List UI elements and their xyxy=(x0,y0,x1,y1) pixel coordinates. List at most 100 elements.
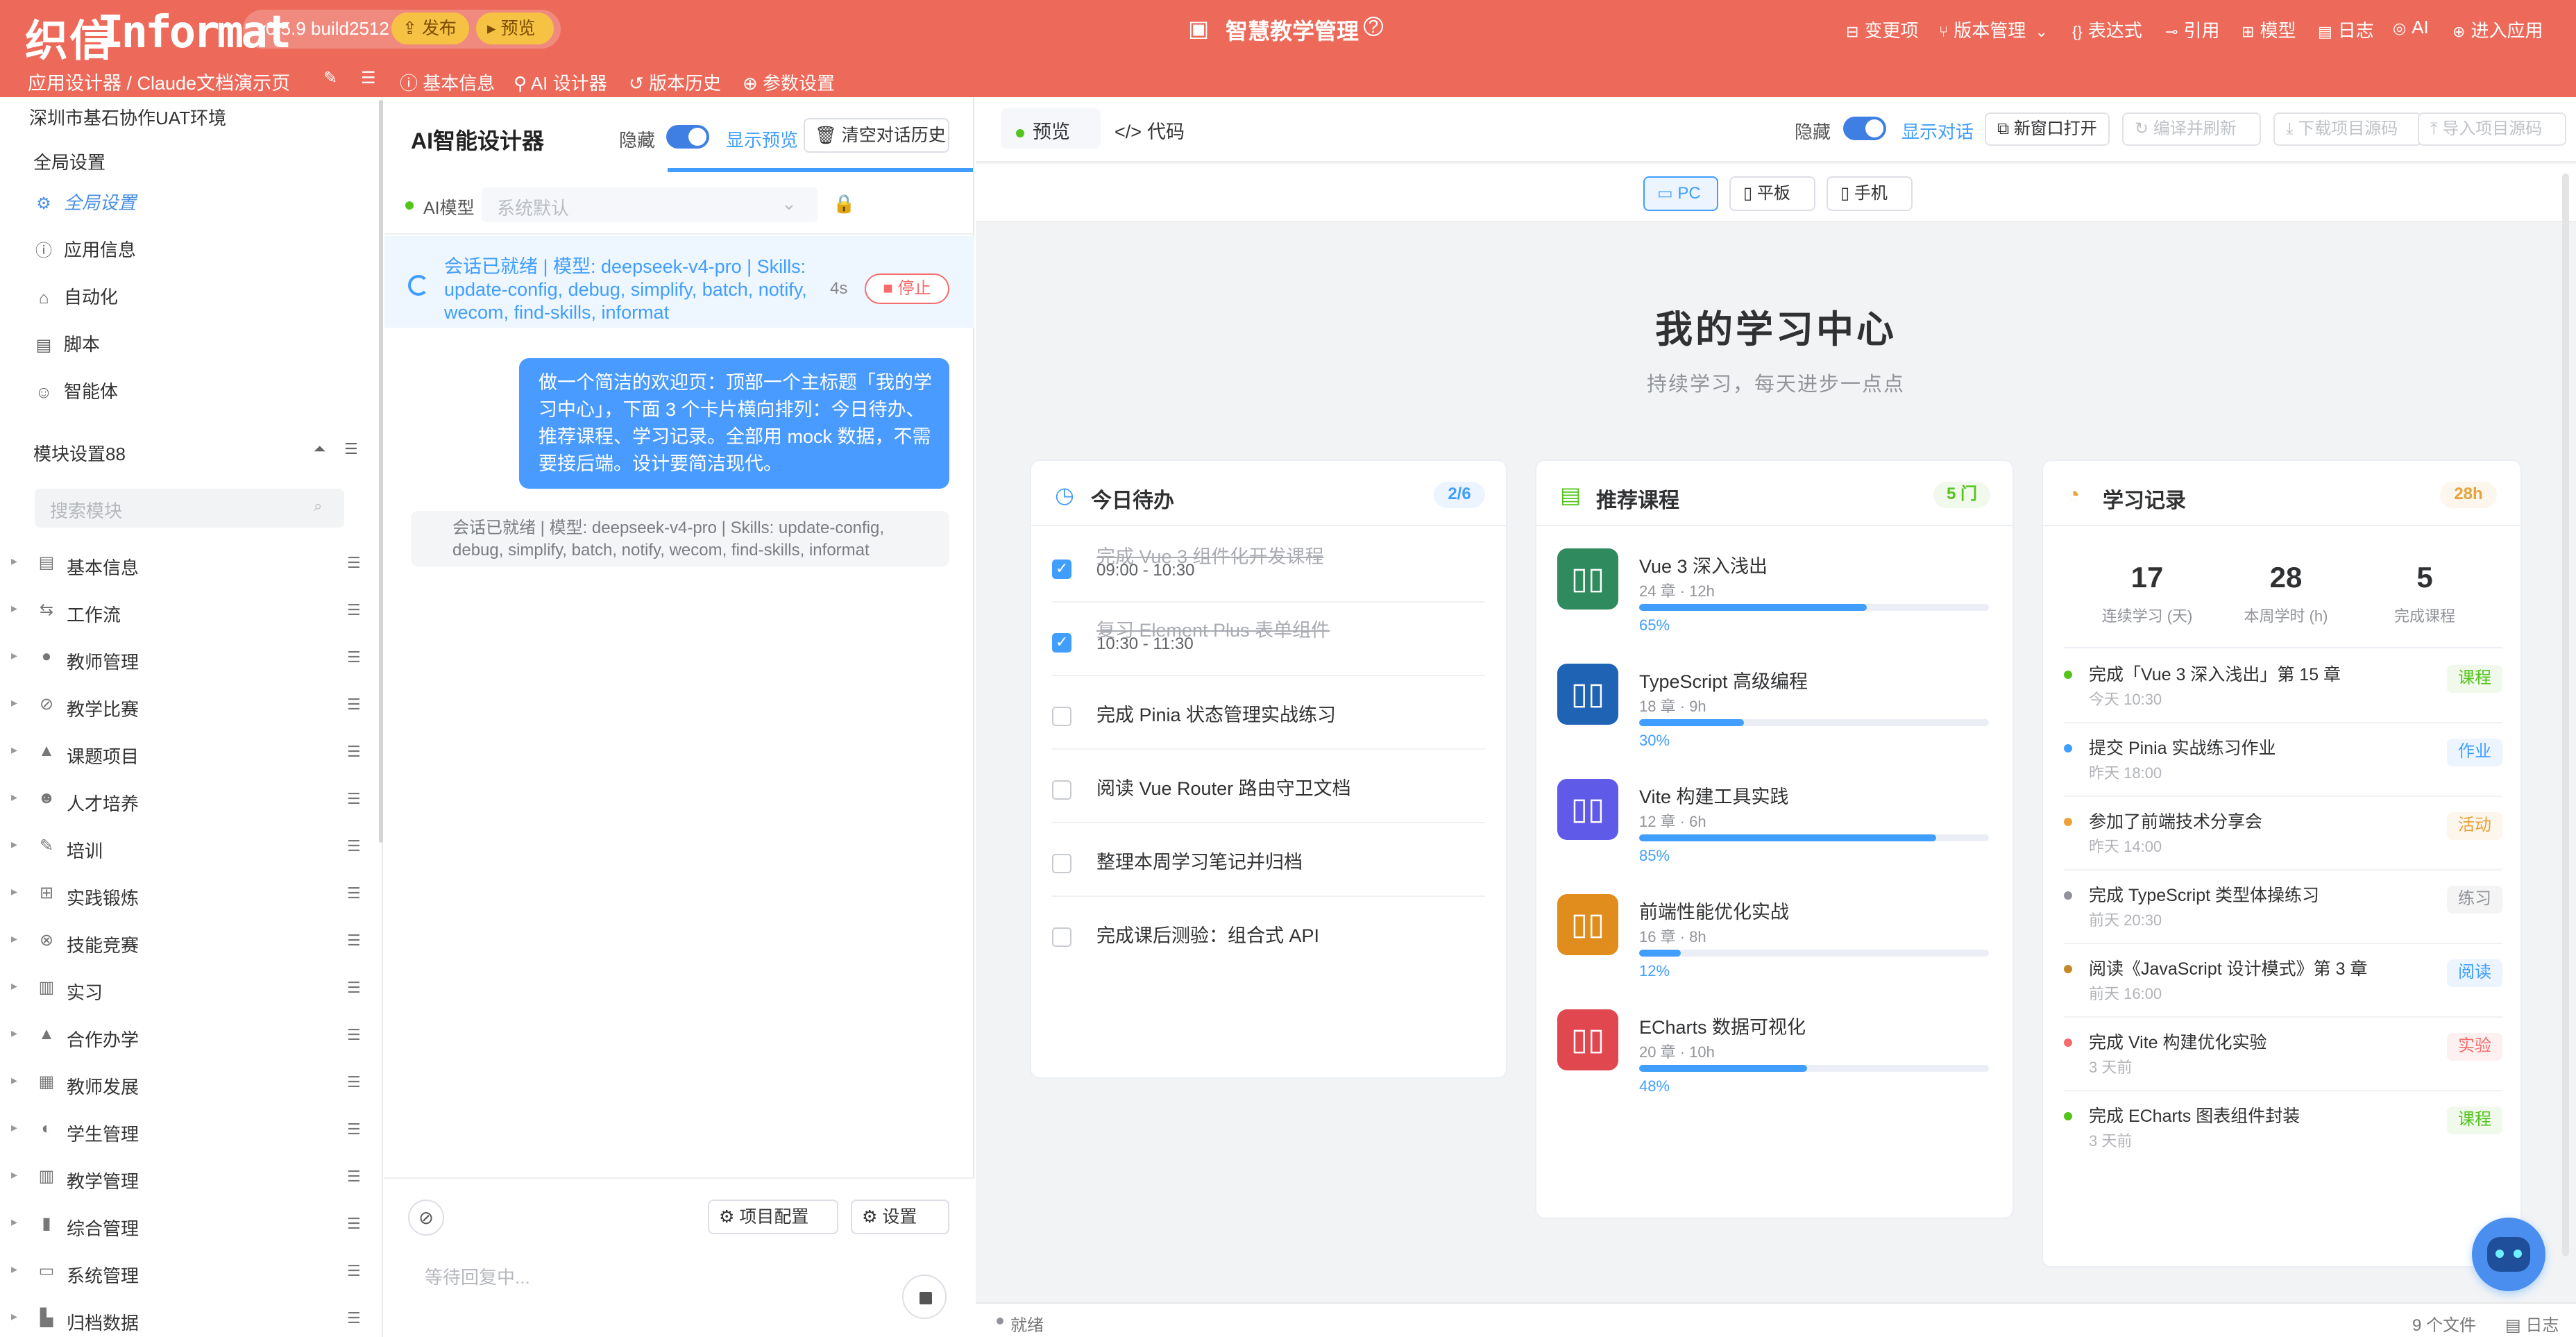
menu-icon[interactable]: ☰ xyxy=(347,696,361,714)
checkbox-checked[interactable] xyxy=(1052,633,1071,653)
course-item[interactable]: ▯▯ TypeScript 高级编程 18 章 · 9h 30% xyxy=(1557,664,1997,779)
dialog-toggle[interactable] xyxy=(1843,117,1886,140)
tab-preview[interactable]: 预览 xyxy=(1001,108,1101,149)
sidebar-item-global-settings[interactable]: ⚙ 全局设置 xyxy=(33,189,136,224)
module-row[interactable]: ▸ ⇆ 工作流 ☰ xyxy=(0,593,375,633)
todo-item[interactable]: 完成 Vue 3 组件化开发课程09:00 - 10:30 xyxy=(1052,529,1485,603)
help-icon[interactable]: ? xyxy=(1364,17,1383,36)
module-row[interactable]: ▸ ● 教师管理 ☰ xyxy=(0,640,375,680)
tab-basic-info[interactable]: ⓘ 基本信息 xyxy=(400,69,495,95)
download-source-button[interactable]: ⤓ 下载项目源码 xyxy=(2273,112,2422,146)
module-row[interactable]: ▸ ☻ 人才培养 ☰ xyxy=(0,782,375,822)
menu-icon[interactable]: ☰ xyxy=(347,1262,361,1280)
chat-input[interactable]: 等待回复中... xyxy=(425,1263,530,1289)
device-phone-button[interactable]: ▯ 手机 xyxy=(1827,176,1913,211)
tab-version-history[interactable]: ↺ 版本历史 xyxy=(629,69,721,95)
module-row[interactable]: ▸ ⊘ 教学比赛 ☰ xyxy=(0,687,375,728)
module-row[interactable]: ▸ ▙ 归档数据 ☰ xyxy=(0,1301,375,1337)
collapse-icon[interactable]: ⏶ xyxy=(314,440,326,458)
menu-icon[interactable]: ☰ xyxy=(347,743,361,761)
module-row[interactable]: ▸ ▲ 合作办学 ☰ xyxy=(0,1018,375,1058)
menu-icon[interactable]: ☰ xyxy=(347,932,361,950)
todo-item[interactable]: 阅读 Vue Router 路由守卫文档 xyxy=(1052,750,1485,823)
menu-icon[interactable]: ☰ xyxy=(347,1026,361,1044)
sidebar-item-agent[interactable]: ☺ 智能体 xyxy=(33,378,118,412)
model-select[interactable]: 系统默认 ⌄ xyxy=(482,187,817,222)
todo-item[interactable]: 整理本周学习笔记并归档 xyxy=(1052,823,1485,897)
show-preview-link[interactable]: 显示预览 xyxy=(726,126,798,152)
compile-refresh-button[interactable]: ↻ 编译并刷新 xyxy=(2122,112,2261,146)
menu-icon[interactable]: ☰ xyxy=(347,648,361,666)
record-item[interactable]: 阅读《JavaScript 设计模式》第 3 章前天 16:00 阅读 xyxy=(2064,944,2502,1018)
sidebar-item-app-info[interactable]: ⓘ 应用信息 xyxy=(33,236,136,271)
checkbox[interactable] xyxy=(1052,854,1071,873)
link-version[interactable]: ⑂ 版本管理 ⌄ xyxy=(1939,17,2053,42)
tab-ai-designer[interactable]: ⚲ AI 设计器 xyxy=(509,69,611,102)
module-row[interactable]: ▸ ▭ 系统管理 ☰ xyxy=(0,1254,375,1294)
record-item[interactable]: 完成 TypeScript 类型体操练习 前天 20:30 练习 xyxy=(2064,871,2502,944)
checkbox[interactable] xyxy=(1052,780,1071,800)
attach-icon[interactable]: ⊘ xyxy=(408,1200,444,1236)
lock-icon[interactable]: 🔒 xyxy=(833,193,855,215)
menu-icon[interactable]: ☰ xyxy=(347,790,361,808)
course-item[interactable]: ▯▯ Vue 3 深入浅出 24 章 · 12h 65% xyxy=(1557,548,1997,664)
module-row[interactable]: ▸ ✎ 培训 ☰ xyxy=(0,829,375,869)
todo-item[interactable]: 完成 Pinia 状态管理实战练习 xyxy=(1052,676,1485,750)
link-enter-app[interactable]: ⊕ 进入应用 xyxy=(2452,17,2543,42)
clear-history-button[interactable]: 🗑 清空对话历史 xyxy=(804,118,949,153)
menu-icon[interactable]: ☰ xyxy=(347,554,361,572)
tab-code[interactable]: </> 代码 xyxy=(1115,117,1185,144)
record-item[interactable]: 完成 Vite 构建优化实验 3 天前 实验 xyxy=(2064,1018,2502,1091)
menu-icon[interactable]: ☰ xyxy=(347,884,361,902)
preview-scrollbar[interactable] xyxy=(2562,174,2569,1256)
link-reference[interactable]: ⊸ 引用 xyxy=(2165,17,2219,42)
publish-button[interactable]: ⇪ 发布 xyxy=(391,12,469,44)
sidebar-scrollbar[interactable] xyxy=(379,100,383,843)
module-row[interactable]: ▸ ⊞ 实践锻炼 ☰ xyxy=(0,876,375,916)
project-config-button[interactable]: ⚙ 项目配置 xyxy=(708,1200,838,1234)
record-item[interactable]: 参加了前端技术分享会 昨天 14:00 活动 xyxy=(2064,797,2502,871)
stop-button[interactable]: ■ 停止 xyxy=(865,274,949,304)
link-model[interactable]: ⊞ 模型 xyxy=(2242,17,2296,42)
module-row[interactable]: ▸ ▮ 综合管理 ☰ xyxy=(0,1206,375,1247)
device-tablet-button[interactable]: ▯ 平板 xyxy=(1729,176,1815,211)
menu-icon[interactable]: ☰ xyxy=(347,1120,361,1138)
module-row[interactable]: ▸ ◐ 学生管理 ☰ xyxy=(0,1112,375,1152)
menu-icon[interactable]: ☰ xyxy=(347,979,361,997)
device-pc-button[interactable]: ▭ PC xyxy=(1643,176,1718,211)
link-log[interactable]: ▤ 日志 xyxy=(2318,17,2374,42)
module-row[interactable]: ▸ ▦ 教师发展 ☰ xyxy=(0,1065,375,1105)
import-source-button[interactable]: ⤒ 导入项目源码 xyxy=(2418,112,2566,146)
course-item[interactable]: ▯▯ Vite 构建工具实践 12 章 · 6h 85% xyxy=(1557,779,1997,894)
course-item[interactable]: ▯▯ ECharts 数据可视化 20 章 · 10h 48% xyxy=(1557,1009,1997,1125)
module-row[interactable]: ▸ ⊗ 技能竞赛 ☰ xyxy=(0,923,375,964)
link-expression[interactable]: {} 表达式 xyxy=(2072,17,2142,42)
assistant-robot-button[interactable] xyxy=(2472,1218,2545,1291)
module-row[interactable]: ▸ ▥ 实习 ☰ xyxy=(0,970,375,1011)
hide-toggle[interactable] xyxy=(666,125,709,149)
settings-button[interactable]: ⚙ 设置 xyxy=(851,1200,949,1234)
preview-button[interactable]: ▸ 预览 xyxy=(476,12,554,44)
module-row[interactable]: ▸ ▥ 教学管理 ☰ xyxy=(0,1159,375,1200)
menu-icon[interactable]: ☰ xyxy=(347,1168,361,1186)
tab-params[interactable]: ⊕ 参数设置 xyxy=(743,69,835,95)
stop-generation-button[interactable] xyxy=(902,1275,947,1319)
checkbox[interactable] xyxy=(1052,707,1071,726)
list-icon[interactable]: ☰ xyxy=(361,68,376,88)
course-item[interactable]: ▯▯ 前端性能优化实战 16 章 · 8h 12% xyxy=(1557,894,1997,1009)
menu-icon[interactable]: ☰ xyxy=(347,1215,361,1233)
todo-item[interactable]: 完成课后测验：组合式 API xyxy=(1052,897,1485,970)
module-search-input[interactable]: 搜索模块 xyxy=(35,489,344,528)
menu-icon[interactable]: ☰ xyxy=(347,1073,361,1091)
record-item[interactable]: 完成「Vue 3 深入浅出」第 15 章今天 10:30 课程 xyxy=(2064,650,2502,723)
log-link[interactable]: ▤ 日志 xyxy=(2505,1311,2559,1336)
record-item[interactable]: 提交 Pinia 实战练习作业 昨天 18:00 作业 xyxy=(2064,723,2502,797)
link-ai[interactable]: ◎ AI xyxy=(2393,17,2429,38)
link-changes[interactable]: ⊟ 变更项 xyxy=(1846,17,1918,42)
show-dialog-link[interactable]: 显示对话 xyxy=(1901,118,1974,144)
edit-icon[interactable]: ✎ xyxy=(323,68,337,88)
module-row[interactable]: ▸ ▲ 课题项目 ☰ xyxy=(0,734,375,775)
todo-item[interactable]: 复习 Element Plus 表单组件10:30 - 11:30 xyxy=(1052,603,1485,676)
module-row[interactable]: ▸ ▤ 基本信息 ☰ xyxy=(0,546,375,586)
menu-icon[interactable]: ☰ xyxy=(347,1309,361,1327)
